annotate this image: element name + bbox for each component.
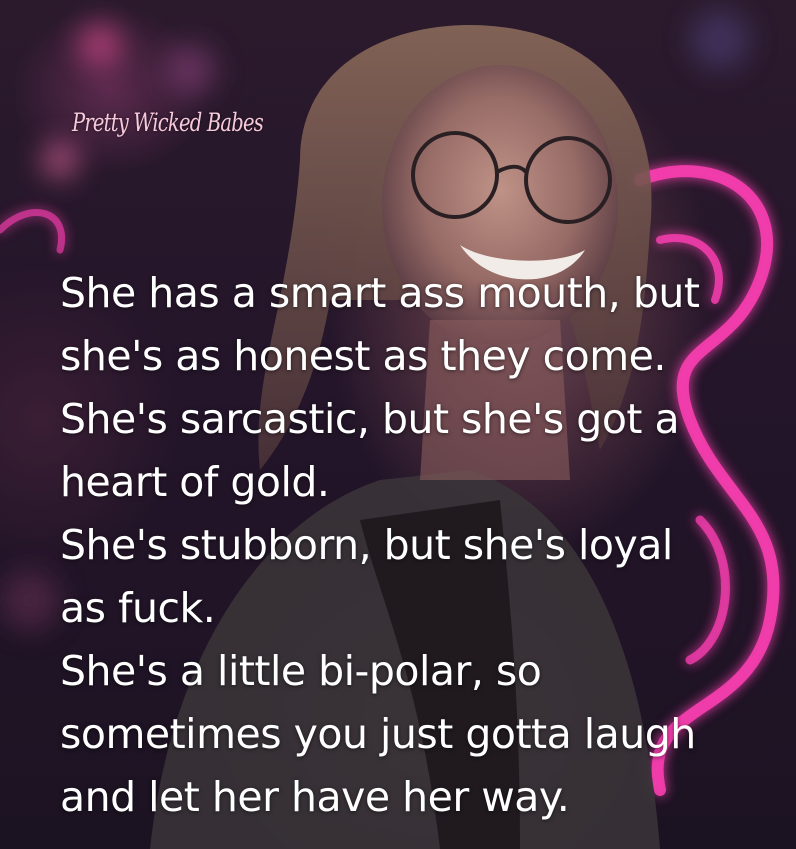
quote-line: She's stubborn, but she's loyal <box>60 521 673 569</box>
quote-line: as fuck. <box>60 584 216 632</box>
quote-line: sometimes you just gotta laugh <box>60 710 696 758</box>
quote-line: heart of gold. <box>60 458 330 506</box>
quote-line: She has a smart ass mouth, but <box>60 269 700 317</box>
watermark-text: Pretty Wicked Babes <box>72 108 264 137</box>
quote-line: She's a little bi-polar, so <box>60 647 542 695</box>
meme-image: Pretty Wicked Babes She has a smart ass … <box>0 0 796 849</box>
quote-line: she's as honest as they come. <box>60 332 666 380</box>
quote-text: She has a smart ass mouth, but she's as … <box>60 262 760 829</box>
quote-line: and let her have her way. <box>60 773 570 821</box>
quote-line: She's sarcastic, but she's got a <box>60 395 680 443</box>
